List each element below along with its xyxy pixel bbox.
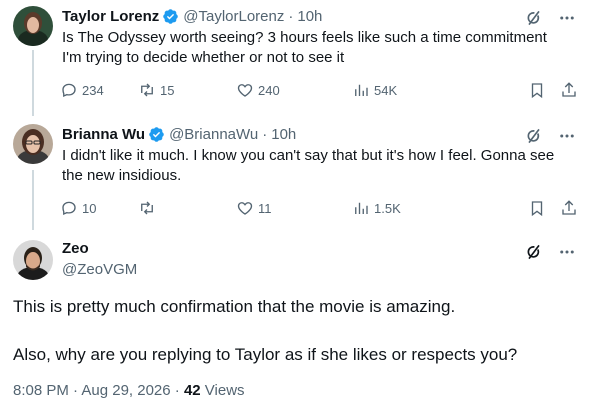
grok-icon[interactable] <box>524 242 544 262</box>
author-name[interactable]: Zeo <box>62 240 89 257</box>
tweet-top-icons <box>524 242 576 262</box>
views-count: 42 <box>183 382 201 399</box>
views-label: Views <box>200 382 245 399</box>
more-icon[interactable] <box>558 243 576 261</box>
tweet-text: This is pretty much confirmation that th… <box>13 297 456 316</box>
author-handle[interactable]: @ZeoVGM <box>62 261 137 278</box>
tweet-text: Also, why are you replying to Taylor as … <box>13 345 518 364</box>
tweet-timestamp[interactable]: 8:08 PM · Aug 29, 2026 · <box>13 382 184 399</box>
avatar[interactable] <box>13 240 53 280</box>
tweet-meta: 8:08 PM · Aug 29, 2026 · 42 Views <box>13 382 245 399</box>
main-tweet: Zeo @ZeoVGM This is pretty much confirma… <box>0 0 594 415</box>
